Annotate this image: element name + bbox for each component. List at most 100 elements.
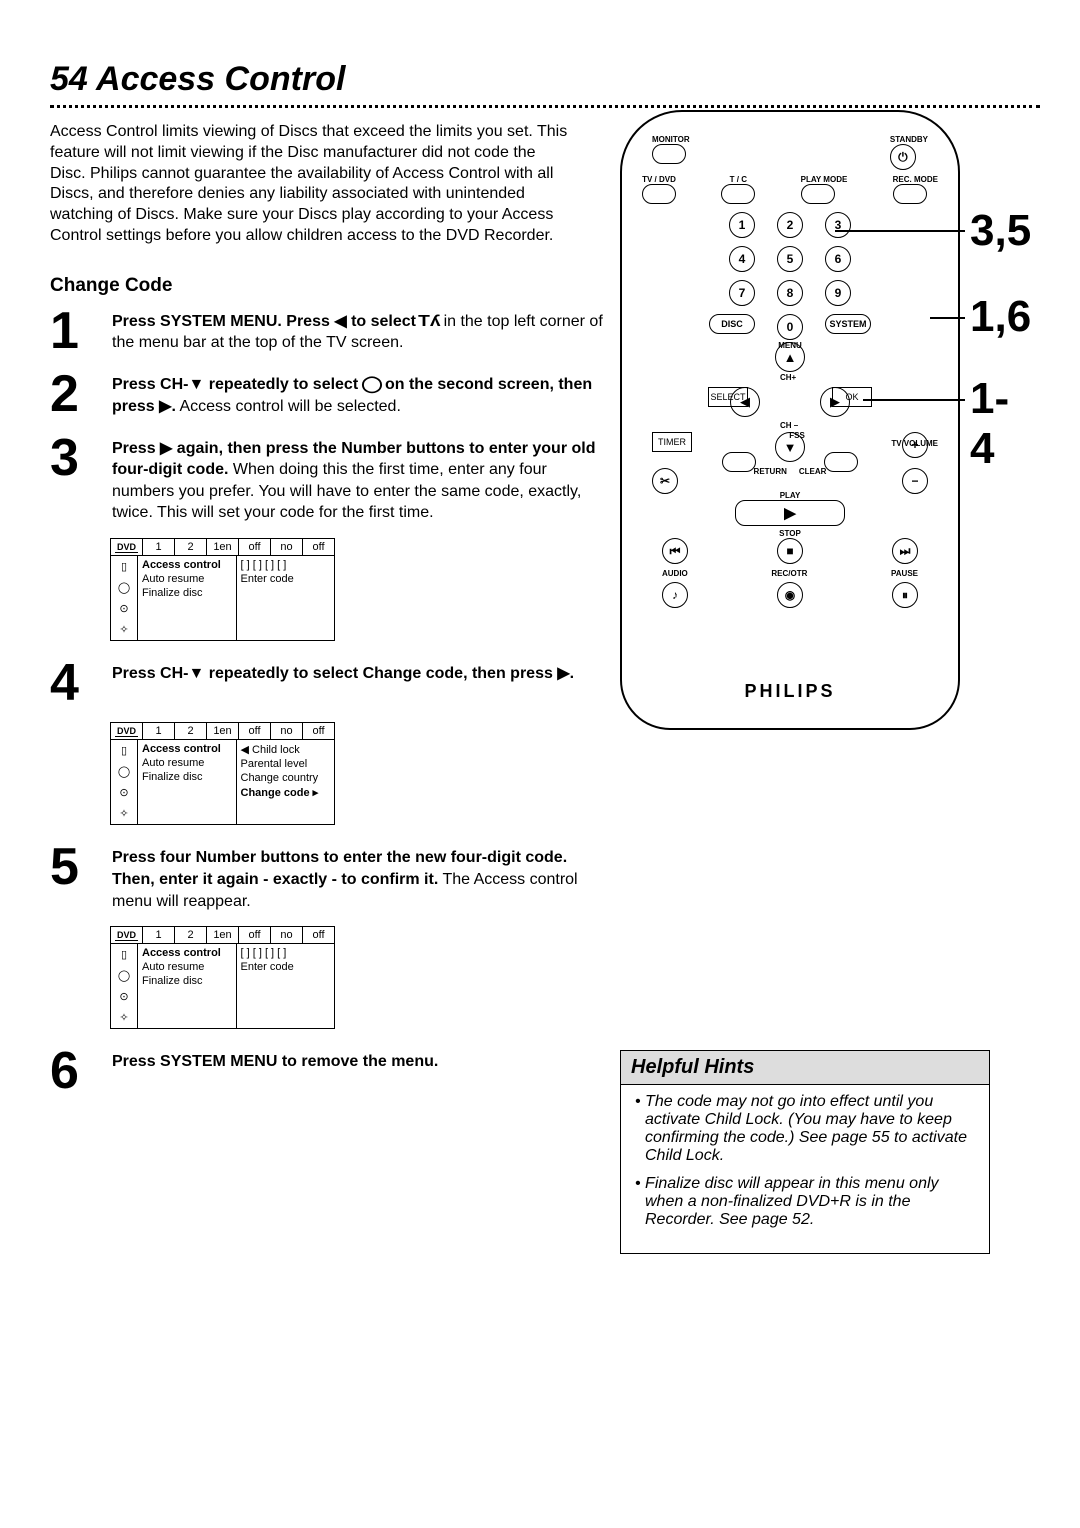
timer-button[interactable]: TIMER: [652, 432, 692, 452]
osd-tab: 1en: [207, 723, 239, 739]
step-text: Press SYSTEM MENU to remove the menu.: [112, 1047, 438, 1096]
card-icon: ▯: [111, 944, 137, 965]
scissors-button[interactable]: ✂: [652, 468, 678, 494]
num-5[interactable]: 5: [777, 246, 803, 272]
label-recotr: REC/OTR: [771, 570, 807, 578]
osd-code-placeholder: [ ] [ ] [ ] [ ]: [241, 558, 331, 572]
wrench-icon: Tʎ: [419, 311, 441, 333]
osd-tab: no: [271, 723, 303, 739]
disc-icon: ◯: [361, 374, 382, 396]
remote-diagram: MONITOR STANDBY ⏻ TV / DVD T / C PLAY MO…: [620, 110, 1020, 730]
num-2[interactable]: 2: [777, 212, 803, 238]
stop-button[interactable]: ■: [777, 538, 803, 564]
osd-submenu-item: Change country: [241, 771, 331, 785]
osd-tab: 1en: [207, 927, 239, 943]
monitor-button[interactable]: [652, 144, 686, 164]
osd-submenu-item: ◀ Child lock: [241, 742, 331, 757]
left-button[interactable]: ◀: [730, 387, 760, 417]
label-standby: STANDBY: [890, 136, 928, 144]
num-4[interactable]: 4: [729, 246, 755, 272]
next-button[interactable]: ⏭: [892, 538, 918, 564]
osd-submenu-item: Parental level: [241, 757, 331, 771]
system-button[interactable]: SYSTEM: [825, 314, 871, 334]
hint-item: • The code may not go into effect until …: [635, 1093, 975, 1165]
brand-logo: PHILIPS: [622, 681, 958, 702]
right-button[interactable]: ▶: [820, 387, 850, 417]
intro-paragraph: Access Control limits viewing of Discs t…: [50, 122, 570, 247]
tc-button[interactable]: [721, 184, 755, 204]
tvdvd-button[interactable]: [642, 184, 676, 204]
step-6: 6 Press SYSTEM MENU to remove the menu.: [50, 1047, 610, 1096]
num-0[interactable]: 0: [777, 314, 803, 340]
osd-entercode: Enter code: [241, 572, 331, 586]
osd-tab: 2: [175, 539, 207, 555]
num-9[interactable]: 9: [825, 280, 851, 306]
osd-item: Access control: [142, 946, 232, 960]
step-bold: Press SYSTEM MENU to remove the menu.: [112, 1053, 438, 1070]
step-text: Press ▶ again, then press the Number but…: [112, 434, 610, 524]
card-icon: ▯: [111, 740, 137, 761]
label-stop: STOP: [662, 530, 918, 538]
osd-item: Auto resume: [142, 756, 232, 770]
pause-button[interactable]: ⏸: [892, 582, 918, 608]
label-chplus: CH+: [780, 374, 796, 382]
prev-button[interactable]: ⏮: [662, 538, 688, 564]
playmode-button[interactable]: [801, 184, 835, 204]
osd-tab: off: [303, 927, 334, 943]
num-6[interactable]: 6: [825, 246, 851, 272]
osd-tab: off: [239, 539, 271, 555]
label-tc: T / C: [721, 176, 755, 184]
osd-tab: no: [271, 927, 303, 943]
disc-button[interactable]: DISC: [709, 314, 755, 334]
osd-tab: no: [271, 539, 303, 555]
recmode-button[interactable]: [893, 184, 927, 204]
osd-item: Finalize disc: [142, 974, 232, 988]
osd-tab: off: [303, 539, 334, 555]
step-text: Press SYSTEM MENU. Press ◀ to select Tʎ …: [112, 307, 610, 356]
step-4: 4 Press CH-▼ repeatedly to select Change…: [50, 659, 610, 708]
label-tvdvd: TV / DVD: [642, 176, 676, 184]
page-heading: Access Control: [96, 60, 345, 98]
num-3[interactable]: 3: [825, 212, 851, 238]
osd-tab: off: [303, 723, 334, 739]
audio-button[interactable]: ♪: [662, 582, 688, 608]
play-button[interactable]: ▶: [735, 500, 845, 526]
disc-icon: ◯: [111, 761, 137, 782]
step-number: 5: [50, 843, 94, 912]
osd-tab: off: [239, 723, 271, 739]
rec-button[interactable]: ◉: [777, 582, 803, 608]
up-button[interactable]: ▲: [775, 342, 805, 372]
osd-tab: off: [239, 927, 271, 943]
step-bold: Press CH-▼ repeatedly to select Change c…: [112, 665, 574, 682]
wrench-icon: ✧: [111, 619, 137, 640]
num-1[interactable]: 1: [729, 212, 755, 238]
osd-item: Access control: [142, 558, 232, 572]
callout-3-5: 3,5: [970, 206, 1031, 256]
osd-code-placeholder: [ ] [ ] [ ] [ ]: [241, 946, 331, 960]
standby-button[interactable]: ⏻: [890, 144, 916, 170]
dvd-logo: DVD: [115, 542, 138, 553]
num-8[interactable]: 8: [777, 280, 803, 306]
title-rule: [50, 105, 1040, 108]
osd-item: Auto resume: [142, 572, 232, 586]
step-bold: Press CH-▼ repeatedly to select: [112, 376, 358, 393]
step-text: Press CH-▼ repeatedly to select Change c…: [112, 659, 574, 708]
osd-item: Auto resume: [142, 960, 232, 974]
step-1: 1 Press SYSTEM MENU. Press ◀ to select T…: [50, 307, 610, 356]
label-playmode: PLAY MODE: [801, 176, 848, 184]
osd-tab: 2: [175, 927, 207, 943]
tvvol-minus[interactable]: −: [902, 468, 928, 494]
osd-tab: 1: [143, 539, 175, 555]
wrench-icon: ✧: [111, 803, 137, 824]
hint-item: • Finalize disc will appear in this menu…: [635, 1175, 975, 1229]
step-5: 5 Press four Number buttons to enter the…: [50, 843, 610, 912]
step-text: Press CH-▼ repeatedly to select ◯ on the…: [112, 370, 610, 419]
osd-screenshot-1: DVD 1 2 1en off no off ▯ ◯ ⊙ ✧ Access co…: [110, 538, 335, 641]
osd-tab: 1en: [207, 539, 239, 555]
osd-screenshot-3: DVD 1 2 1en off no off ▯ ◯ ⊙ ✧ Access co…: [110, 926, 335, 1029]
wrench-icon: ✧: [111, 1007, 137, 1028]
num-7[interactable]: 7: [729, 280, 755, 306]
page-title: 54 Access Control: [50, 60, 1040, 99]
dvd-logo: DVD: [115, 726, 138, 737]
steps-list: 1 Press SYSTEM MENU. Press ◀ to select T…: [50, 307, 610, 1097]
